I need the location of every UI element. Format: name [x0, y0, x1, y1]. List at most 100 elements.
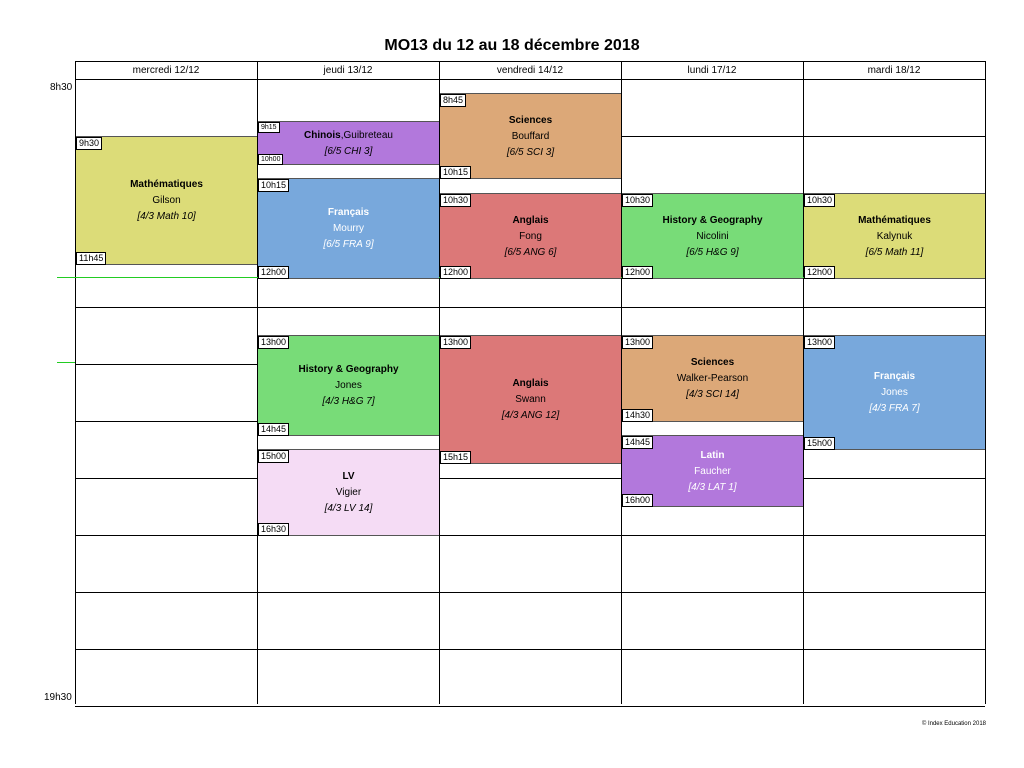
course-block[interactable]: Mathématiques Gilson [4/3 Math 10] [76, 136, 257, 265]
course-info: Français Jones [4/3 FRA 7] [804, 369, 985, 417]
hour-row-line [75, 307, 985, 308]
course-start-time: 13h00 [804, 336, 836, 349]
course-start-time: 10h30 [622, 194, 654, 207]
end-time-label: 19h30 [44, 692, 72, 703]
course-start-time: 10h30 [440, 194, 472, 207]
course-block[interactable]: History & Geography Jones [4/3 H&G 7] [258, 335, 439, 436]
course-info: Sciences Walker-Pearson [4/3 SCI 14] [622, 355, 803, 403]
course-teacher: Fong [519, 231, 542, 242]
course-subject: History & Geography [298, 364, 399, 375]
course-group: [4/3 H&G 7] [322, 396, 375, 407]
course-end-time: 15h15 [440, 451, 472, 464]
day-header: lundi 17/12 [687, 65, 737, 76]
course-block[interactable]: Français Mourry [6/5 FRA 9] [258, 178, 439, 279]
day-header: mercredi 12/12 [132, 65, 200, 76]
course-end-time: 10h15 [440, 166, 472, 179]
timetable-grid: mercredi 12/12 jeudi 13/12 vendredi 14/12 l… [0, 0, 1024, 768]
course-end-time: 16h00 [622, 494, 654, 507]
course-subject: History & Geography [662, 215, 763, 226]
hour-row-line [75, 79, 985, 80]
course-info: Chinois,Guibreteau [6/5 CHI 3] [304, 130, 393, 157]
course-end-time: 12h00 [440, 266, 472, 279]
course-start-time: 13h00 [440, 336, 472, 349]
course-start-time: 9h15 [258, 122, 280, 133]
course-teacher: Jones [335, 380, 362, 391]
header-top-line [75, 61, 985, 62]
course-info: LV Vigier [4/3 LV 14] [258, 469, 439, 517]
course-block[interactable]: Chinois,Guibreteau [6/5 CHI 3] [258, 121, 439, 165]
course-end-time: 10h00 [258, 154, 284, 165]
course-teacher: Jones [881, 387, 908, 398]
course-subject: Mathématiques [858, 215, 931, 226]
course-group: [6/5 Math 11] [865, 247, 924, 258]
course-block[interactable]: Anglais Swann [4/3 ANG 12] [440, 335, 621, 464]
course-start-time: 13h00 [258, 336, 290, 349]
course-subject: Chinois [304, 130, 341, 141]
course-group: [6/5 CHI 3] [324, 146, 373, 157]
course-end-time: 12h00 [804, 266, 836, 279]
course-info: Anglais Fong [6/5 ANG 6] [440, 213, 621, 261]
copyright-footer: © Index Education 2018 [921, 721, 986, 727]
course-subject: Anglais [512, 215, 549, 226]
course-start-time: 14h45 [622, 436, 654, 449]
course-end-time: 14h30 [622, 409, 654, 422]
afternoon-marker-line [57, 362, 75, 363]
course-group: [4/3 Math 10] [137, 211, 196, 222]
course-end-time: 11h45 [76, 252, 107, 265]
course-info: History & Geography Nicolini [6/5 H&G 9] [622, 213, 803, 261]
course-subject: Sciences [508, 115, 553, 126]
course-end-time: 12h00 [258, 266, 290, 279]
start-time-label: 8h30 [50, 82, 73, 93]
course-subject: Anglais [512, 378, 549, 389]
course-subject: Français [327, 207, 370, 218]
course-subject: Latin [700, 450, 725, 461]
hour-row-line [75, 649, 985, 650]
course-end-time: 16h30 [258, 523, 290, 536]
course-info: Anglais Swann [4/3 ANG 12] [440, 376, 621, 424]
course-subject: Mathématiques [130, 179, 203, 190]
course-group: [6/5 ANG 6] [504, 247, 557, 258]
course-group: [4/3 SCI 14] [686, 389, 739, 400]
course-teacher: Gilson [152, 195, 181, 206]
course-teacher: Bouffard [511, 131, 550, 142]
course-start-time: 8h45 [440, 94, 467, 107]
course-group: [6/5 FRA 9] [323, 239, 374, 250]
course-subject: LV [342, 471, 355, 482]
course-group: [4/3 ANG 12] [501, 410, 560, 421]
course-teacher: Walker-Pearson [676, 373, 749, 384]
day-header: vendredi 14/12 [496, 65, 564, 76]
course-info: Mathématiques Gilson [4/3 Math 10] [76, 177, 257, 225]
course-info: Mathématiques Kalynuk [6/5 Math 11] [804, 213, 985, 261]
course-group: [4/3 LV 14] [324, 503, 373, 514]
course-teacher: Nicolini [696, 231, 729, 242]
day-column-line [985, 61, 986, 704]
course-info: History & Geography Jones [4/3 H&G 7] [258, 362, 439, 410]
course-info: Latin Faucher [4/3 LAT 1] [622, 448, 803, 496]
course-teacher: Mourry [332, 223, 365, 234]
course-info: Français Mourry [6/5 FRA 9] [258, 205, 439, 253]
course-teacher: Swann [515, 394, 546, 405]
day-header: jeudi 13/12 [323, 65, 373, 76]
course-subject: Sciences [690, 357, 735, 368]
course-end-time: 15h00 [804, 437, 836, 450]
course-start-time: 13h00 [622, 336, 654, 349]
course-group: [6/5 H&G 9] [686, 247, 739, 258]
course-teacher: Guibreteau [343, 130, 393, 141]
hour-row-line [75, 592, 985, 593]
course-start-time: 10h15 [258, 179, 290, 192]
course-start-time: 9h30 [76, 137, 103, 150]
course-group: [4/3 LAT 1] [688, 482, 737, 493]
day-header: mardi 18/12 [867, 65, 921, 76]
course-teacher: Faucher [694, 466, 731, 477]
course-teacher: Vigier [335, 487, 362, 498]
course-end-time: 14h45 [258, 423, 290, 436]
course-teacher: Kalynuk [876, 231, 913, 242]
hour-row-line [75, 706, 985, 707]
course-start-time: 15h00 [258, 450, 290, 463]
course-block[interactable]: Français Jones [4/3 FRA 7] [804, 335, 985, 450]
course-info: Sciences Bouffard [6/5 SCI 3] [440, 113, 621, 161]
course-subject: Français [873, 371, 916, 382]
course-group: [4/3 FRA 7] [869, 403, 920, 414]
hour-row-line [75, 478, 985, 479]
course-start-time: 10h30 [804, 194, 836, 207]
